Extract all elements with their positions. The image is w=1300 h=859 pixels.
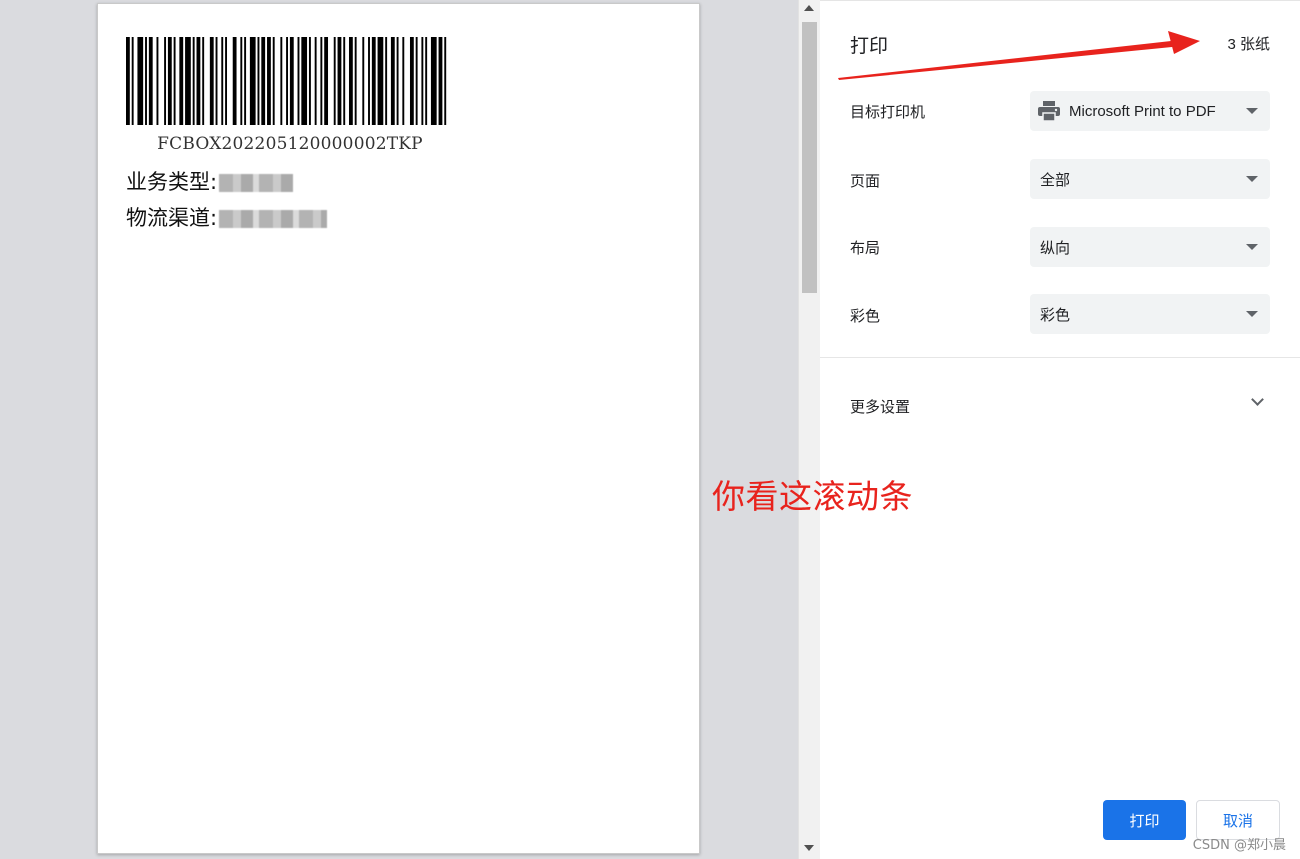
barcode-bar	[209, 37, 214, 125]
chevron-down-icon	[1251, 393, 1264, 406]
chevron-down-icon	[1246, 244, 1258, 250]
barcode-bar	[289, 37, 294, 125]
barcode-bar	[215, 37, 218, 125]
barcode-bar	[438, 37, 443, 125]
sheet-count: 3 张纸	[1227, 36, 1270, 53]
barcode-bar	[320, 37, 323, 125]
barcode-bar	[240, 37, 243, 125]
divider	[820, 357, 1300, 358]
printer-select-value: Microsoft Print to PDF	[1069, 102, 1216, 120]
barcode-bar	[402, 37, 405, 125]
barcode-bar	[348, 37, 353, 125]
barcode-bar	[430, 37, 437, 125]
barcode-bar	[267, 37, 271, 125]
pages-select-value: 全部	[1040, 171, 1071, 189]
barcode-bar	[301, 37, 308, 125]
barcode-bar	[148, 37, 153, 125]
barcode-bar	[354, 37, 357, 125]
barcode-bar	[202, 37, 205, 125]
preview-scrollbar[interactable]	[798, 0, 820, 859]
business-type-label: 业务类型:	[126, 170, 218, 194]
printer-label: 目标打印机	[850, 104, 926, 121]
barcode	[126, 37, 447, 125]
print-button[interactable]: 打印	[1103, 800, 1186, 840]
barcode-bar	[185, 37, 191, 125]
barcode-bar	[415, 37, 418, 125]
redacted-value	[219, 210, 328, 228]
barcode-bar	[225, 37, 228, 125]
barcode-bar	[145, 37, 147, 125]
barcode-bar	[179, 37, 184, 125]
barcode-bar	[173, 37, 176, 125]
chevron-down-icon	[1246, 311, 1258, 317]
color-select-value: 彩色	[1040, 306, 1071, 324]
barcode-bar	[192, 37, 195, 125]
barcode-bar	[286, 37, 288, 125]
scroll-down-arrow-icon[interactable]	[804, 845, 814, 851]
barcode-bar	[421, 37, 424, 125]
barcode-bar	[137, 37, 144, 125]
barcode-bar	[164, 37, 167, 125]
logistics-channel-row: 物流渠道:	[126, 202, 328, 232]
print-preview-area: FCBOX202205120000002TKP 业务类型: 物流渠道:	[0, 0, 798, 859]
layout-select[interactable]: 纵向	[1030, 227, 1270, 267]
barcode-bar	[280, 37, 283, 125]
layout-label: 布局	[850, 240, 881, 257]
barcode-bar	[156, 37, 159, 125]
barcode-bar	[272, 37, 275, 125]
barcode-bar	[385, 37, 388, 125]
barcode-bar	[444, 37, 447, 125]
barcode-bar	[308, 37, 311, 125]
barcode-bar	[297, 37, 300, 125]
barcode-bar	[131, 37, 134, 125]
barcode-bar	[196, 37, 201, 125]
color-label: 彩色	[850, 308, 881, 325]
layout-select-value: 纵向	[1040, 239, 1071, 257]
chevron-down-icon	[1246, 108, 1258, 114]
barcode-bar	[249, 37, 256, 125]
barcode-bar	[343, 37, 346, 125]
barcode-bar	[396, 37, 399, 125]
barcode-bar	[409, 37, 414, 125]
more-settings-toggle[interactable]: 更多设置	[820, 381, 1300, 429]
scrollbar-thumb[interactable]	[802, 22, 817, 293]
barcode-bar	[368, 37, 370, 125]
barcode-bar	[324, 37, 329, 125]
barcode-bar	[221, 37, 224, 125]
barcode-bar	[261, 37, 266, 125]
annotation-text: 你看这滚动条	[712, 477, 913, 516]
chevron-down-icon	[1246, 176, 1258, 182]
barcode-bar	[244, 37, 247, 125]
barcode-bar	[167, 37, 172, 125]
barcode-bar	[232, 37, 237, 125]
barcode-bar	[371, 37, 376, 125]
scroll-up-arrow-icon[interactable]	[804, 5, 814, 11]
barcode-bar	[362, 37, 365, 125]
barcode-bar	[257, 37, 260, 125]
barcode-bar	[314, 37, 317, 125]
barcode-bar	[425, 37, 428, 125]
barcode-bar	[333, 37, 336, 125]
barcode-bar	[337, 37, 342, 125]
business-type-row: 业务类型:	[126, 166, 294, 196]
printer-icon	[1038, 101, 1060, 121]
barcode-text: FCBOX202205120000002TKP	[157, 134, 423, 154]
logistics-channel-label: 物流渠道:	[126, 206, 218, 230]
watermark: CSDN @郑小晨	[1192, 838, 1286, 853]
barcode-bar	[390, 37, 395, 125]
more-settings-label: 更多设置	[850, 399, 911, 416]
redacted-value	[219, 174, 294, 192]
printer-select[interactable]: Microsoft Print to PDF	[1030, 91, 1270, 131]
pages-label: 页面	[850, 173, 881, 190]
print-settings-panel: 打印 3 张纸 目标打印机 Microsoft Print to PDF 页面 …	[820, 0, 1300, 859]
color-select[interactable]: 彩色	[1030, 294, 1270, 334]
preview-page: FCBOX202205120000002TKP 业务类型: 物流渠道:	[97, 3, 700, 854]
barcode-bar	[377, 37, 384, 125]
pages-select[interactable]: 全部	[1030, 159, 1270, 199]
barcode-bar	[126, 37, 130, 125]
panel-title: 打印	[850, 36, 889, 57]
